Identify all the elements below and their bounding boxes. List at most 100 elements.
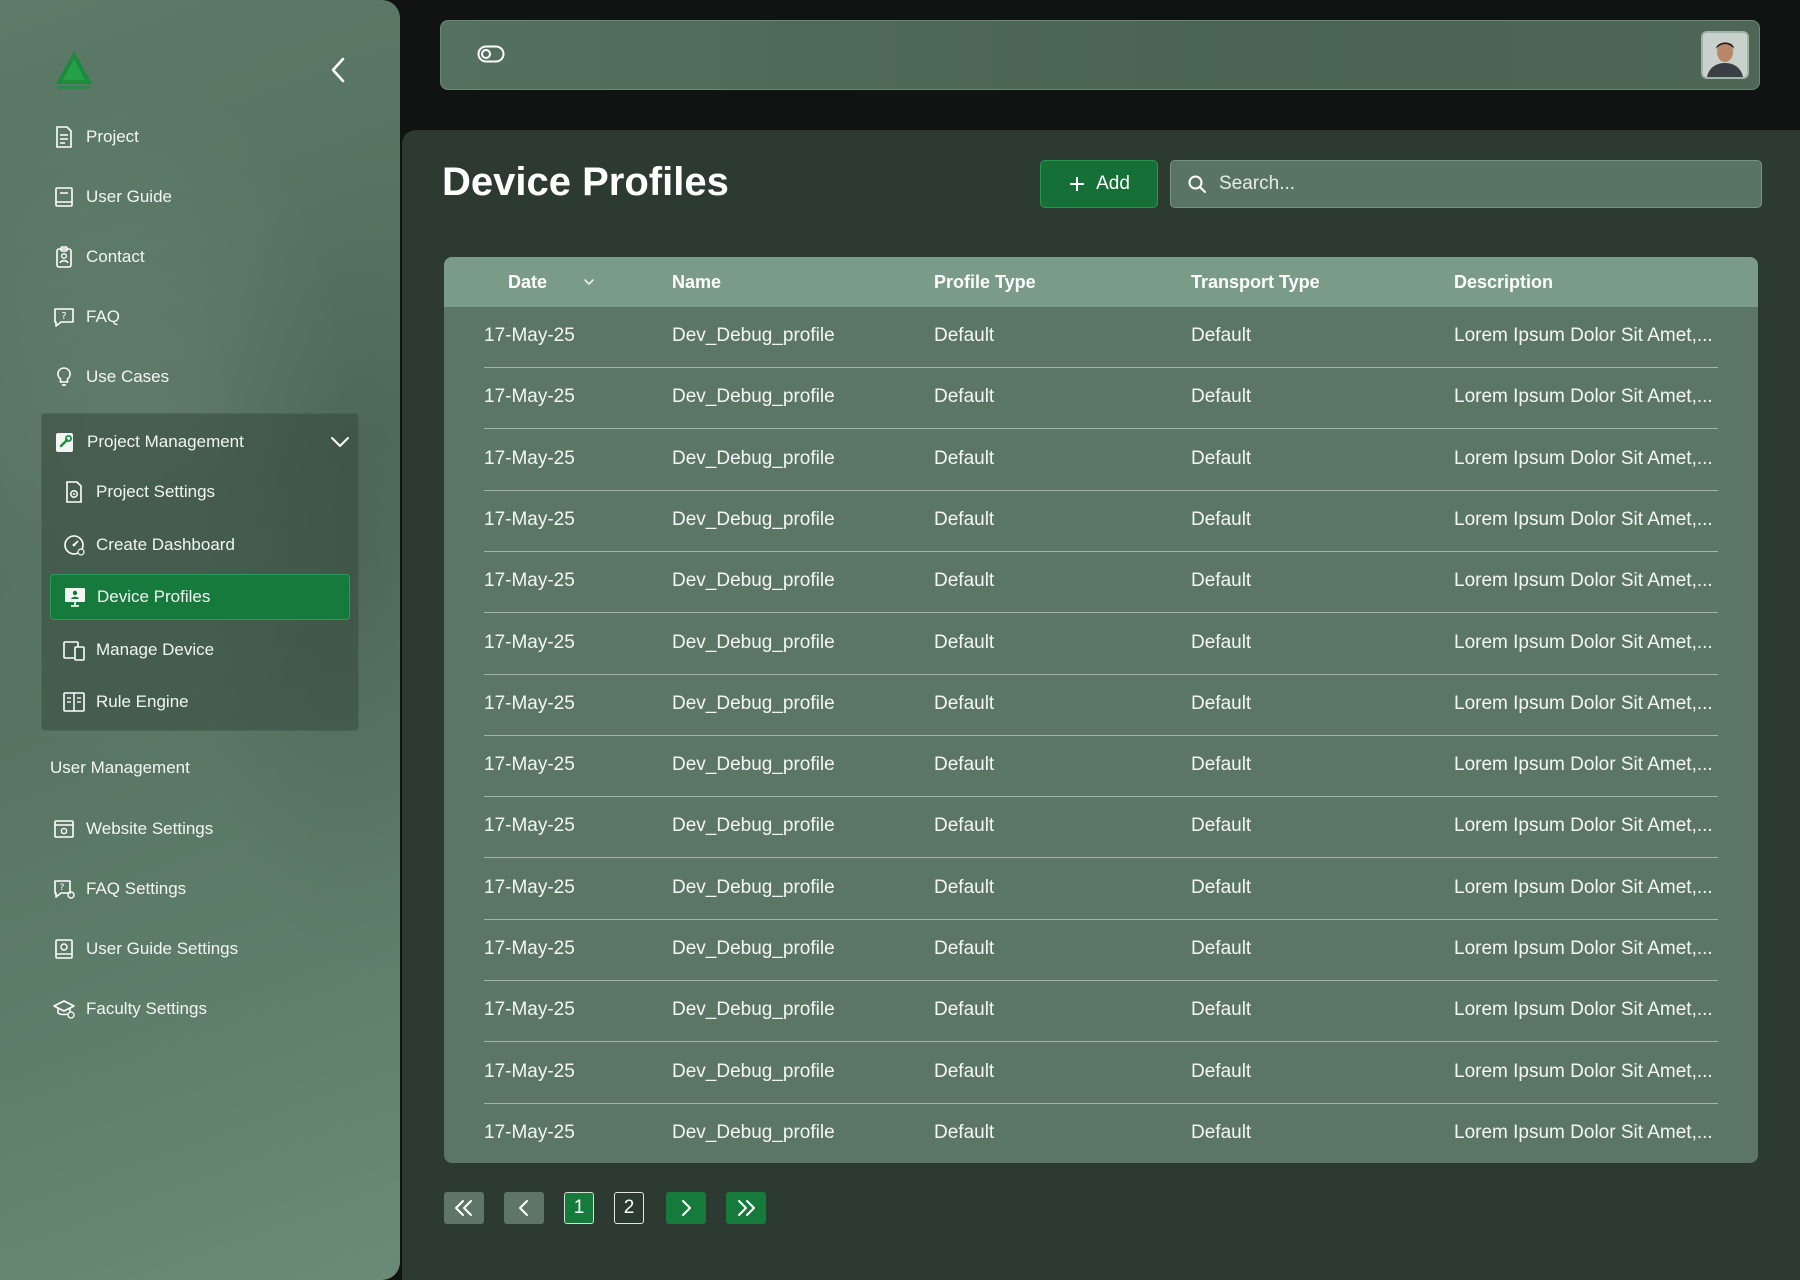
cell-transport-type: Default [1191,754,1252,776]
sidebar-item-label: FAQ [86,307,121,326]
cell-name: Dev_Debug_profile [672,570,835,592]
table-row[interactable]: 17-May-25 Dev_Debug_profile Default Default… [444,614,1758,675]
cell-description: Lorem Ipsum Dolor Sit Amet,... [1454,999,1713,1021]
sidebar-item-faculty-settings[interactable]: Faculty Settings [52,991,207,1027]
cell-profile-type: Default [934,876,995,898]
sidebar-item-user-guide[interactable]: User Guide [52,179,172,215]
last-page-button[interactable] [726,1192,766,1224]
wrench-document-icon [56,433,73,452]
table-row[interactable]: 17-May-25 Dev_Debug_profile Default Default… [444,307,1758,368]
cell-name: Dev_Debug_profile [672,508,835,530]
sidebar-item-faq-settings[interactable]: ? FAQ Settings [52,871,186,907]
table-row[interactable]: 17-May-25 Dev_Debug_profile Default Default… [444,552,1758,614]
add-button-label: Add [1096,173,1130,194]
cell-date: 17-May-25 [484,1060,575,1082]
search-input[interactable] [1219,173,1739,195]
sidebar-item-label: User Guide Settings [86,939,239,958]
sidebar-item-website-settings[interactable]: Website Settings [52,811,213,847]
sidebar-item-contact[interactable]: Contact [52,239,145,275]
cell-description: Lorem Ipsum Dolor Sit Amet,... [1454,631,1713,653]
sidebar-item-label: Use Cases [86,367,170,386]
plus-icon [1070,177,1085,191]
column-header-description: Description [1454,272,1554,292]
group-label: Project Management [87,432,244,451]
graduation-cap-icon [53,1000,75,1019]
table-row[interactable]: 17-May-25 Dev_Debug_profile Default Default… [444,1043,1758,1104]
previous-page-button[interactable] [504,1192,544,1224]
table-row[interactable]: 17-May-25 Dev_Debug_profile Default Default… [444,736,1758,798]
cell-date: 17-May-25 [484,815,575,837]
sidebar-item-label: Faculty Settings [86,999,207,1018]
cell-name: Dev_Debug_profile [672,1060,835,1082]
sidebar-item-use-cases[interactable]: Use Cases [52,359,169,395]
user-avatar-icon [1703,33,1747,77]
sidebar-item-create-dashboard[interactable]: Create Dashboard [50,522,350,568]
cell-name: Dev_Debug_profile [672,325,835,346]
column-header-profile-type: Profile Type [934,272,1036,292]
search-box [1170,160,1762,208]
table-row[interactable]: 17-May-25 Dev_Debug_profile Default Default… [444,859,1758,920]
table-row[interactable]: 17-May-25 Dev_Debug_profile Default Default… [444,920,1758,981]
sidebar-item-rule-engine[interactable]: Rule Engine [50,679,350,725]
sidebar-item-project-settings[interactable]: Project Settings [50,469,350,515]
cell-description: Lorem Ipsum Dolor Sit Amet,... [1454,938,1713,959]
cell-description: Lorem Ipsum Dolor Sit Amet,... [1454,386,1713,408]
sidebar-item-label: Manage Device [96,640,215,659]
avatar[interactable] [1701,31,1749,79]
theme-toggle-icon[interactable] [477,45,505,68]
cell-profile-type: Default [934,938,995,959]
lightbulb-icon [57,367,71,386]
main-panel: Device Profiles Add Date Name Profile Ty… [402,130,1800,1280]
cell-name: Dev_Debug_profile [672,447,835,469]
svg-text:?: ? [60,883,65,893]
cell-name: Dev_Debug_profile [672,631,835,653]
cell-name: Dev_Debug_profile [672,815,835,837]
page-button-1[interactable]: 1 [564,1192,594,1224]
cell-description: Lorem Ipsum Dolor Sit Amet,... [1454,1060,1713,1082]
cell-description: Lorem Ipsum Dolor Sit Amet,... [1454,876,1713,898]
double-chevron-right-icon [738,1200,755,1216]
cell-profile-type: Default [934,815,995,837]
gauge-icon [64,535,85,556]
table-header: Date Name Profile Type Transport Type De… [444,257,1758,307]
sidebar-item-device-profiles[interactable]: Device Profiles [50,574,350,620]
top-bar [440,20,1760,90]
cell-profile-type: Default [934,692,995,714]
first-page-button[interactable] [444,1192,484,1224]
sidebar-item-project[interactable]: Project [52,119,139,155]
column-header-date[interactable]: Date [508,272,547,293]
table-row[interactable]: 17-May-25 Dev_Debug_profile Default Default… [444,675,1758,736]
add-button[interactable]: Add [1040,160,1158,208]
cell-transport-type: Default [1191,447,1252,469]
sidebar-item-manage-device[interactable]: Manage Device [50,627,350,673]
table-row[interactable]: 17-May-25 Dev_Debug_profile Default Default… [444,368,1758,430]
cell-description: Lorem Ipsum Dolor Sit Amet,... [1454,447,1713,469]
cell-transport-type: Default [1191,1060,1252,1082]
cell-description: Lorem Ipsum Dolor Sit Amet,... [1454,754,1713,776]
table-row[interactable]: 17-May-25 Dev_Debug_profile Default Default… [444,491,1758,552]
sidebar-item-user-guide-settings[interactable]: User Guide Settings [52,931,238,967]
table-row[interactable]: 17-May-25 Dev_Debug_profile Default Default… [444,1104,1758,1163]
table-row[interactable]: 17-May-25 Dev_Debug_profile Default Default… [444,430,1758,491]
column-header-transport-type: Transport Type [1191,272,1320,292]
sort-chevron-icon[interactable] [582,277,596,287]
page-button-2[interactable]: 2 [614,1192,644,1224]
cell-profile-type: Default [934,325,995,346]
logo-icon[interactable] [52,48,96,92]
cell-date: 17-May-25 [484,692,575,714]
chevron-right-icon [682,1200,691,1216]
table-row[interactable]: 17-May-25 Dev_Debug_profile Default Default… [444,981,1758,1043]
sidebar-item-faq[interactable]: ? FAQ [52,299,120,335]
browser-gear-icon [54,820,74,838]
sidebar-item-label: FAQ Settings [86,879,187,898]
cell-description: Lorem Ipsum Dolor Sit Amet,... [1454,508,1713,530]
cell-transport-type: Default [1191,876,1252,898]
cell-transport-type: Default [1191,631,1252,653]
collapse-sidebar-button[interactable] [322,52,354,88]
cell-profile-type: Default [934,508,995,530]
table-row[interactable]: 17-May-25 Dev_Debug_profile Default Default… [444,797,1758,859]
project-management-toggle[interactable]: Project Management [53,424,351,460]
cell-transport-type: Default [1191,815,1252,837]
cell-profile-type: Default [934,999,995,1021]
next-page-button[interactable] [666,1192,706,1224]
